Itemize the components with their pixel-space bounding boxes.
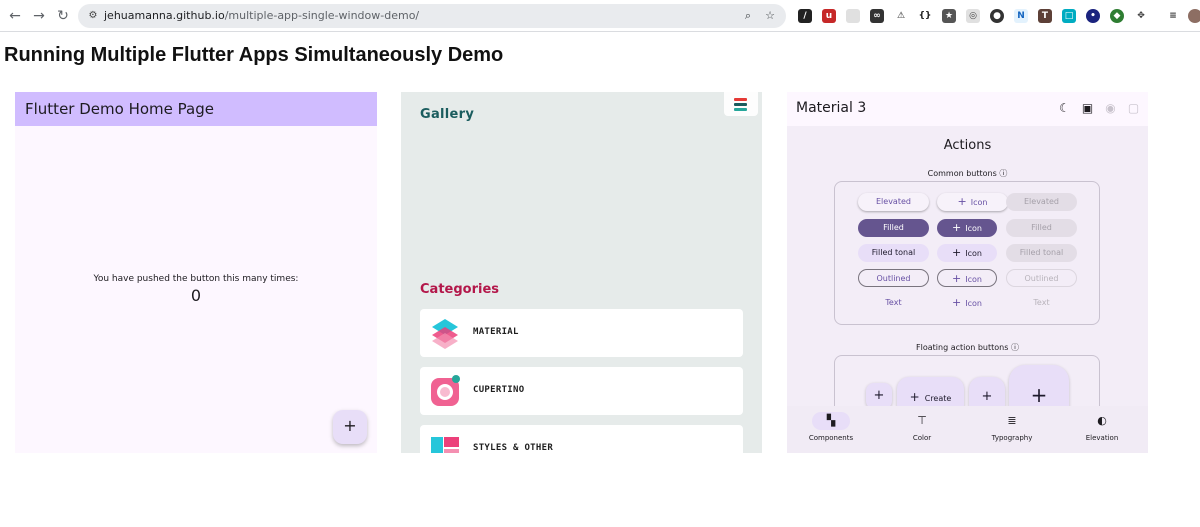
counter-appbar-title: Flutter Demo Home Page (25, 100, 214, 118)
palette-icon[interactable]: ◉ (1103, 101, 1118, 116)
star-extension-icon[interactable]: ★ (942, 9, 956, 23)
styles-icon (431, 437, 459, 453)
nav-item-color[interactable]: ⊤ Color (887, 412, 957, 442)
text-button-disabled: Text (1033, 298, 1050, 307)
compass-extension-icon[interactable]: ◎ (966, 9, 980, 23)
filled-icon-button[interactable]: + Icon (937, 219, 997, 237)
filled-tonal-button-disabled: Filled tonal (1006, 244, 1077, 262)
increment-fab-button[interactable]: + (333, 410, 367, 444)
widgets-icon: ▚ (812, 412, 850, 430)
browser-toolbar: ← → ↻ ⚙ jehuamanna.github.io/multiple-ap… (0, 0, 1200, 32)
reload-icon[interactable]: ↻ (54, 7, 72, 25)
actions-heading: Actions (943, 138, 992, 153)
common-buttons-card: Elevated + Icon Elevated Filled + Icon Fil… (834, 181, 1100, 325)
text-button[interactable]: Text (858, 294, 929, 312)
material-version-icon[interactable]: ▣ (1080, 101, 1095, 116)
bookmark-star-icon[interactable]: ☆ (762, 8, 778, 24)
filled-button[interactable]: Filled (858, 219, 929, 237)
gallery-app: Gallery Categories MATERIAL CUPERTINO ST… (401, 92, 762, 453)
material3-title: Material 3 (796, 100, 867, 116)
settings-menu-icon[interactable] (724, 92, 758, 116)
category-card-styles[interactable]: STYLES & OTHER (420, 425, 743, 453)
contrast-icon: ◐ (1097, 414, 1107, 427)
nav-item-components[interactable]: ▚ Components (796, 412, 866, 442)
material3-app: Material 3 ☾ ▣ ◉ ▢ Actions Common button… (787, 92, 1148, 453)
alert-extension-icon[interactable]: ⚠ (894, 9, 908, 23)
article-icon: ≣ (1007, 414, 1017, 427)
json-extension-icon[interactable]: {} (918, 9, 932, 23)
elevated-button[interactable]: Elevated (858, 193, 929, 211)
n-extension-icon[interactable]: N (1014, 9, 1028, 23)
filled-button-disabled: Filled (1006, 219, 1077, 237)
nav-item-typography[interactable]: ≣ Typography (977, 412, 1047, 442)
nav-label: Typography (991, 434, 1033, 442)
gallery-title: Gallery (420, 107, 475, 122)
info-icon[interactable]: ⓘ (999, 169, 1007, 178)
material3-appbar: Material 3 ☾ ▣ ◉ ▢ (787, 92, 1148, 126)
blank-extension-icon[interactable] (846, 9, 860, 23)
zoom-icon[interactable]: ⌕ (740, 8, 756, 24)
category-label: CUPERTINO (473, 385, 525, 395)
counter-value: 0 (190, 286, 202, 305)
elevated-button-disabled: Elevated (1006, 193, 1077, 211)
square-extension-icon[interactable]: □ (1062, 9, 1076, 23)
category-card-material[interactable]: MATERIAL (420, 309, 743, 357)
outlined-button[interactable]: Outlined (858, 269, 929, 287)
tc-extension-icon[interactable]: T (1038, 9, 1052, 23)
page-title: Running Multiple Flutter Apps Simultaneo… (4, 44, 504, 66)
nav-label: Components (808, 434, 854, 442)
dark-mode-icon[interactable]: ☾ (1057, 101, 1072, 116)
outlined-button-disabled: Outlined (1006, 269, 1077, 287)
counter-app: Flutter Demo Home Page You have pushed t… (15, 92, 377, 453)
eyedropper-extension-icon[interactable]: / (798, 9, 812, 23)
filled-tonal-button[interactable]: Filled tonal (858, 244, 929, 262)
site-info-icon[interactable]: ⚙ (86, 9, 100, 23)
circle-extension-icon[interactable]: • (1086, 9, 1100, 23)
bottom-navigation-bar: ▚ Components ⊤ Color ≣ Typography ◐ Elev… (787, 406, 1148, 453)
text-icon-button[interactable]: + Icon (937, 294, 997, 312)
nav-item-elevation[interactable]: ◐ Elevation (1067, 412, 1137, 442)
image-icon[interactable]: ▢ (1126, 101, 1141, 116)
nav-label: Color (912, 434, 932, 442)
back-arrow-icon[interactable]: ← (6, 7, 24, 25)
material-layers-icon (432, 319, 458, 349)
category-label: STYLES & OTHER (473, 443, 554, 453)
url-text[interactable]: jehuamanna.github.io/multiple-app-single… (104, 9, 419, 23)
nav-label: Elevation (1085, 434, 1119, 442)
common-buttons-label: Common buttons ⓘ (927, 169, 1008, 178)
forward-arrow-icon[interactable]: → (30, 7, 48, 25)
profile-avatar-icon[interactable] (1188, 9, 1200, 23)
fab-section-label: Floating action buttons ⓘ (916, 343, 1019, 352)
filled-tonal-icon-button[interactable]: + Icon (937, 244, 997, 262)
address-bar[interactable]: ⚙ jehuamanna.github.io/multiple-app-sing… (78, 4, 786, 28)
globe-extension-icon[interactable]: ● (990, 9, 1004, 23)
green-extension-icon[interactable]: ◆ (1110, 9, 1124, 23)
counter-appbar: Flutter Demo Home Page (15, 92, 377, 126)
outlined-icon-button[interactable]: + Icon (937, 269, 997, 287)
puzzle-extensions-icon[interactable]: ✥ (1134, 9, 1148, 23)
info-icon[interactable]: ⓘ (1011, 343, 1019, 352)
components-panel: Actions Common buttons ⓘ Elevated + Icon … (787, 126, 1148, 425)
cupertino-camera-icon (431, 375, 460, 406)
categories-heading: Categories (420, 282, 500, 297)
elevated-icon-button[interactable]: + Icon (937, 193, 1008, 211)
counter-message: You have pushed the button this many tim… (93, 274, 299, 284)
format-paint-icon: ⊤ (917, 414, 927, 427)
category-card-cupertino[interactable]: CUPERTINO (420, 367, 743, 415)
glasses-extension-icon[interactable]: ∞ (870, 9, 884, 23)
category-label: MATERIAL (473, 327, 519, 337)
ublock-extension-icon[interactable]: u (822, 9, 836, 23)
reading-list-icon[interactable]: ≡ (1166, 9, 1180, 23)
